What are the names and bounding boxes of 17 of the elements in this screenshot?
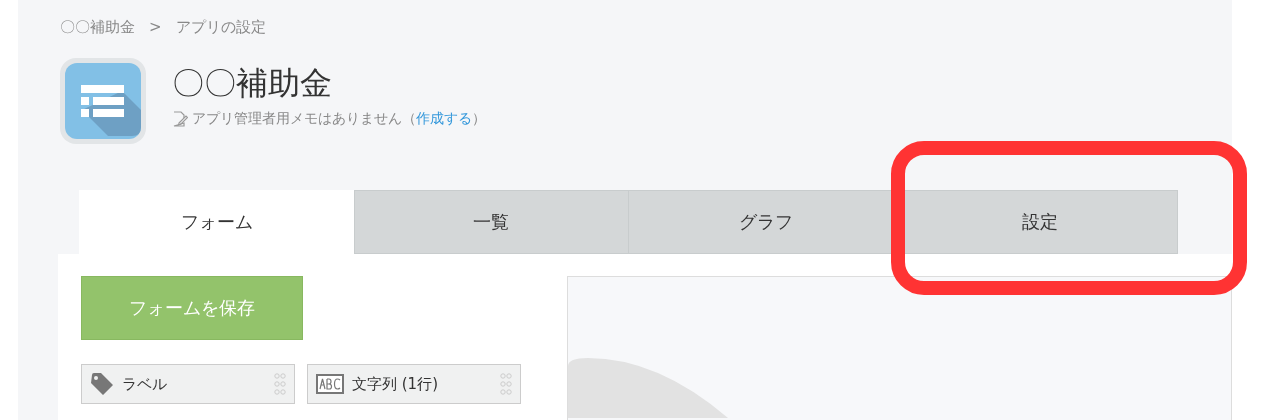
breadcrumb-separator: > (149, 18, 162, 36)
memo-text: アプリ管理者用メモはありません (192, 110, 402, 128)
tag-icon (90, 372, 114, 396)
memo-paren: ） (472, 110, 486, 128)
breadcrumb-current: アプリの設定 (175, 17, 266, 37)
tab[interactable]: フォーム (79, 190, 355, 254)
app-title: 〇〇補助金 (172, 63, 333, 104)
field-palette-item[interactable]: 文字列 (1行) (307, 364, 521, 404)
field-palette-item[interactable]: ラベル (81, 364, 295, 404)
tab[interactable]: 一覧 (353, 190, 629, 254)
list-icon (60, 58, 146, 144)
drag-handle-icon[interactable] (500, 372, 512, 396)
drag-handle-icon[interactable] (274, 372, 286, 396)
abc-icon (316, 374, 344, 394)
memo-paren: （ (402, 110, 416, 128)
memo-icon (172, 111, 188, 127)
tab[interactable]: 設定 (902, 190, 1178, 254)
